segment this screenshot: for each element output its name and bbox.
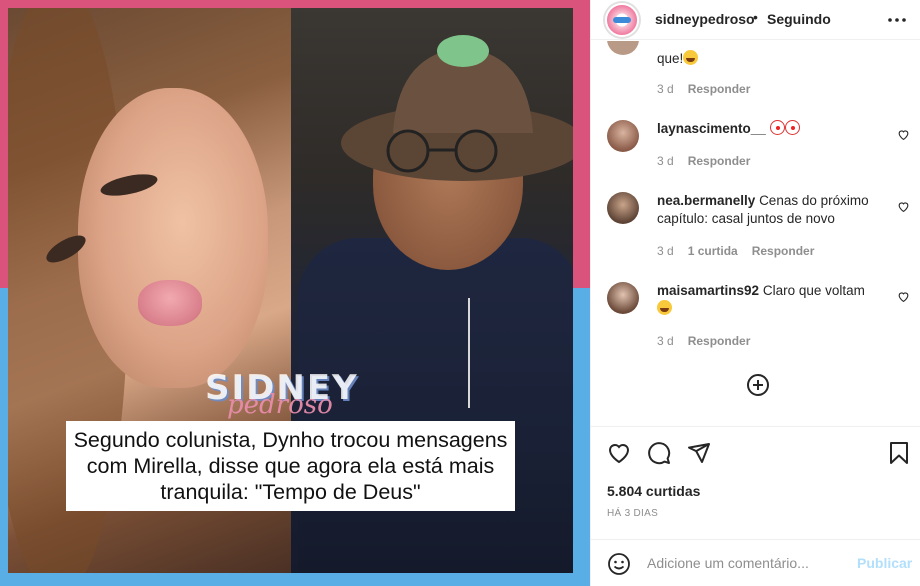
post-header: sidneypedroso • Seguindo xyxy=(591,0,920,40)
comment-avatar[interactable] xyxy=(607,282,639,314)
follow-status-button[interactable]: Seguindo xyxy=(767,11,831,27)
comments-list[interactable]: que! 3 d Responder laynascimento__ 3 d Res… xyxy=(591,41,920,426)
reply-button[interactable]: Responder xyxy=(688,82,751,96)
comment-like-heart-icon[interactable] xyxy=(897,200,910,213)
comment-bubble-icon[interactable] xyxy=(647,441,671,465)
comment-time[interactable]: 3 d xyxy=(657,154,674,168)
comment-username[interactable]: nea.bermanelly xyxy=(657,193,755,208)
more-horizontal-icon[interactable] xyxy=(887,10,907,30)
comment-likes[interactable]: 1 curtida xyxy=(688,244,738,258)
laughing-emoji-icon xyxy=(683,50,699,65)
clown-emoji-icon xyxy=(784,120,800,135)
lanyard xyxy=(468,298,470,408)
image-caption-text: Segundo colunista, Dynho trocou mensagen… xyxy=(73,428,508,504)
comment-avatar[interactable] xyxy=(607,41,639,55)
comment-text: laynascimento__ xyxy=(657,120,885,138)
comment-meta: 3 d Responder xyxy=(657,334,764,348)
comment-meta: 3 d Responder xyxy=(657,154,764,168)
woman-face xyxy=(78,88,268,388)
comment-avatar[interactable] xyxy=(607,120,639,152)
reply-button[interactable]: Responder xyxy=(688,334,751,348)
header-separator: • xyxy=(753,9,758,25)
comment-body: que! xyxy=(657,51,684,66)
like-heart-icon[interactable] xyxy=(607,441,631,465)
post-actions: 5.804 curtidas HÁ 3 DIAS Publicar xyxy=(591,426,920,586)
image-caption-box: Segundo colunista, Dynho trocou mensagen… xyxy=(66,421,515,511)
reply-button[interactable]: Responder xyxy=(688,154,751,168)
glasses xyxy=(386,129,498,173)
post-sidebar: sidneypedroso • Seguindo que! 3 d Respond… xyxy=(590,0,920,586)
share-paper-plane-icon[interactable] xyxy=(687,441,711,465)
comment-body: Claro que voltam xyxy=(762,283,865,298)
author-username[interactable]: sidneypedroso xyxy=(655,11,755,27)
comment-meta: 3 d 1 curtida Responder xyxy=(657,244,828,258)
watermark-logo: SIDNEY pedroso xyxy=(205,368,380,428)
woman-lips xyxy=(138,280,202,326)
post-time-ago[interactable]: HÁ 3 DIAS xyxy=(607,508,658,519)
likes-count[interactable]: 5.804 curtidas xyxy=(607,483,700,499)
load-more-comments-icon[interactable] xyxy=(746,373,770,397)
author-avatar[interactable] xyxy=(603,1,641,39)
comment-like-heart-icon[interactable] xyxy=(897,290,910,303)
comment-like-heart-icon[interactable] xyxy=(897,128,910,141)
emoji-smiley-icon[interactable] xyxy=(607,552,631,576)
post-media[interactable]: SIDNEY pedroso Segundo colunista, Dynho … xyxy=(0,0,590,586)
comment-input[interactable] xyxy=(647,555,847,571)
comment-text: que! xyxy=(657,50,885,68)
publish-button[interactable]: Publicar xyxy=(857,555,912,571)
comment-username[interactable]: maisamartins92 xyxy=(657,283,759,298)
watermark-script: pedroso xyxy=(227,390,333,420)
add-comment-bar: Publicar xyxy=(591,539,920,586)
save-bookmark-icon[interactable] xyxy=(887,441,911,465)
reply-button[interactable]: Responder xyxy=(752,244,815,258)
comment-time[interactable]: 3 d xyxy=(657,82,674,96)
comment-text: nea.bermanelly Cenas do próximo capítulo… xyxy=(657,192,885,228)
comment-avatar[interactable] xyxy=(607,192,639,224)
comment-meta: 3 d Responder xyxy=(657,82,764,96)
laughing-emoji-icon xyxy=(657,300,672,315)
comment-username[interactable]: laynascimento__ xyxy=(657,121,766,136)
clown-emoji-icon xyxy=(769,120,785,135)
comment-time[interactable]: 3 d xyxy=(657,244,674,258)
comment-time[interactable]: 3 d xyxy=(657,334,674,348)
comment-text: maisamartins92 Claro que voltam xyxy=(657,282,885,318)
